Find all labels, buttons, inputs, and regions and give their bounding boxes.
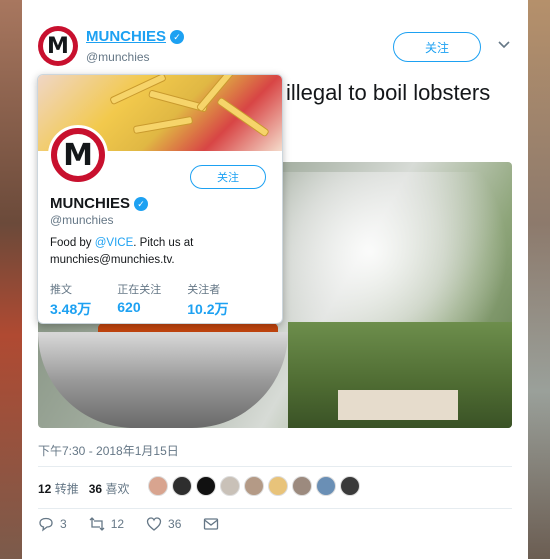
liker-avatar[interactable] — [340, 476, 360, 496]
likes-count[interactable]: 36 — [89, 482, 102, 496]
liker-avatar[interactable] — [244, 476, 264, 496]
chevron-down-icon[interactable] — [498, 38, 510, 52]
liker-avatar[interactable] — [172, 476, 192, 496]
tweet-text: illegal to boil lobsters — [286, 80, 491, 105]
tweet-timestamp[interactable]: 下午7:30 - 2018年1月15日 — [38, 442, 179, 459]
backdrop-left — [0, 0, 22, 559]
display-name[interactable]: MUNCHIES ✓ — [86, 28, 185, 45]
liker-avatar[interactable] — [220, 476, 240, 496]
photo-bowl — [38, 332, 288, 428]
mail-icon — [204, 518, 219, 530]
verified-icon: ✓ — [170, 30, 185, 45]
tweet-actions: 3 12 36 — [38, 516, 241, 532]
backdrop-right — [528, 0, 550, 559]
stat-value: 3.48万 — [50, 301, 92, 317]
photo-table — [338, 390, 458, 420]
reply-button[interactable]: 3 — [38, 516, 67, 532]
bio-email: munchies@munchies.tv. — [50, 254, 175, 266]
divider — [38, 508, 512, 509]
verified-icon: ✓ — [134, 197, 149, 212]
liker-avatar[interactable] — [196, 476, 216, 496]
stat-label: 正在关注 — [117, 284, 162, 296]
like-button[interactable]: 36 — [146, 516, 181, 532]
retweet-icon — [89, 517, 105, 531]
stat-followers[interactable]: 关注者 10.2万 — [187, 281, 228, 319]
stat-label: 推文 — [50, 284, 72, 296]
follow-button[interactable]: 关注 — [393, 32, 481, 62]
avatar-letter: M — [43, 31, 73, 61]
engagement-stats: 12 转推 36 喜欢 — [38, 480, 129, 497]
reply-icon — [39, 517, 53, 532]
direct-message-button[interactable] — [203, 516, 219, 532]
hover-card-name[interactable]: MUNCHIES ✓ — [50, 195, 149, 212]
banner-fry — [132, 115, 194, 135]
liker-avatar[interactable] — [148, 476, 168, 496]
hover-card-stats: 推文 3.48万 正在关注 620 关注者 10.2万 — [50, 281, 255, 319]
display-name-text[interactable]: MUNCHIES — [86, 28, 166, 45]
retweet-count: 12 — [110, 517, 125, 531]
liker-avatars — [148, 476, 360, 496]
hover-card-follow-button[interactable]: 关注 — [190, 165, 266, 189]
retweets-count[interactable]: 12 — [38, 482, 51, 496]
avatar[interactable]: M — [38, 26, 78, 66]
stat-following[interactable]: 正在关注 620 — [117, 281, 161, 319]
hover-card-bio: Food by @VICE. Pitch us at munchies@munc… — [50, 235, 274, 269]
retweets-label[interactable]: 转推 — [55, 482, 79, 496]
liker-avatar[interactable] — [268, 476, 288, 496]
banner-fry — [109, 75, 167, 106]
bio-mention-link[interactable]: @VICE — [95, 237, 134, 249]
hover-card-avatar[interactable]: M — [48, 125, 108, 185]
heart-icon — [146, 517, 162, 531]
likes-label[interactable]: 喜欢 — [105, 482, 129, 496]
hover-card-name-text[interactable]: MUNCHIES — [50, 195, 130, 212]
bio-prefix: Food by — [50, 237, 95, 249]
user-handle: @munchies — [86, 50, 150, 64]
liker-avatar[interactable] — [316, 476, 336, 496]
retweet-button[interactable]: 12 — [89, 516, 124, 532]
profile-hover-card: M 关注 MUNCHIES ✓ @munchies Food by @VICE. … — [37, 74, 283, 324]
reply-count: 3 — [60, 517, 67, 531]
banner-fry — [216, 96, 270, 138]
stat-tweets[interactable]: 推文 3.48万 — [50, 281, 91, 319]
stat-value: 620 — [117, 299, 141, 315]
stat-value: 10.2万 — [187, 301, 229, 317]
bio-suffix: . Pitch us at — [133, 237, 194, 249]
like-count: 36 — [168, 517, 182, 531]
stat-label: 关注者 — [187, 284, 221, 296]
hover-card-avatar-letter: M — [57, 134, 99, 176]
liker-avatar[interactable] — [292, 476, 312, 496]
hover-card-handle: @munchies — [50, 213, 114, 227]
divider — [38, 466, 512, 467]
